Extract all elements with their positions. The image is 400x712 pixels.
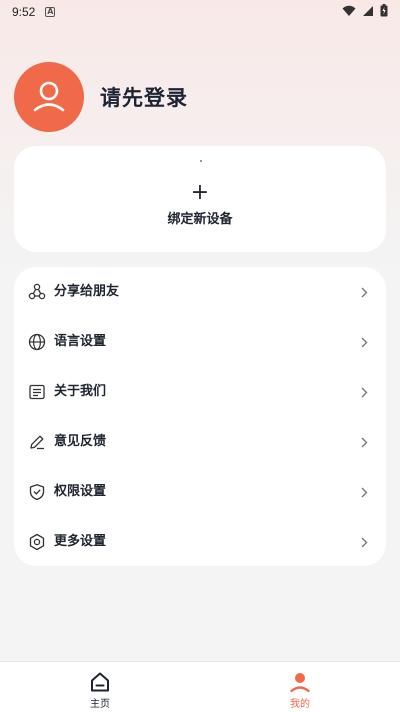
menu-item-share[interactable]: 分享给朋友	[14, 270, 386, 314]
menu-item-language[interactable]: 语言设置	[14, 320, 386, 364]
status-bar: 9:52 A	[0, 0, 400, 24]
user-icon	[290, 673, 310, 693]
menu-item-label: 分享给朋友	[54, 284, 120, 299]
settings-menu: 分享给朋友 语言设置 关于我们 意见反馈 权限设置 更多设置	[14, 267, 386, 566]
menu-item-label: 权限设置	[54, 484, 107, 499]
menu-item-about[interactable]: 关于我们	[14, 370, 386, 414]
nav-home-label: 主页	[90, 699, 110, 710]
share-icon	[28, 283, 46, 300]
menu-item-label: 语言设置	[54, 334, 107, 349]
globe-icon	[28, 333, 46, 351]
nav-home[interactable]: 主页	[70, 662, 130, 712]
menu-item-feedback[interactable]: 意见反馈	[14, 420, 386, 464]
profile-header[interactable]: 请先登录	[14, 62, 188, 132]
edit-pen-icon	[30, 435, 44, 450]
hexagon-settings-icon	[29, 533, 45, 551]
chevron-right-icon	[361, 487, 368, 498]
menu-item-more-settings[interactable]: 更多设置	[14, 520, 386, 564]
avatar[interactable]	[14, 62, 84, 132]
bind-device-card[interactable]: + 绑定新设备	[14, 146, 386, 252]
status-icons	[342, 4, 388, 17]
login-prompt[interactable]: 请先登录	[100, 82, 188, 112]
document-icon	[29, 384, 45, 400]
bottom-navigation: 主页 我的	[0, 661, 400, 712]
user-avatar-icon	[33, 81, 65, 112]
chevron-right-icon	[361, 387, 368, 398]
wifi-icon	[342, 5, 356, 16]
bind-device-label: 绑定新设备	[167, 211, 233, 227]
shield-icon	[29, 484, 45, 501]
decorative-dot	[200, 160, 202, 162]
text-input-a-icon: A	[45, 7, 56, 17]
plus-icon: +	[190, 179, 210, 205]
chevron-right-icon	[361, 537, 368, 548]
chevron-right-icon	[361, 337, 368, 348]
chevron-right-icon	[361, 287, 368, 298]
chevron-right-icon	[361, 437, 368, 448]
menu-item-permissions[interactable]: 权限设置	[14, 470, 386, 514]
nav-mine[interactable]: 我的	[270, 662, 330, 712]
signal-icon	[363, 5, 373, 16]
menu-item-label: 关于我们	[54, 384, 107, 399]
menu-item-label: 更多设置	[54, 534, 107, 549]
nav-mine-label: 我的	[290, 699, 310, 710]
home-icon	[91, 672, 109, 692]
menu-item-label: 意见反馈	[54, 434, 107, 449]
battery-icon	[380, 4, 388, 17]
status-time: 9:52	[12, 5, 36, 19]
